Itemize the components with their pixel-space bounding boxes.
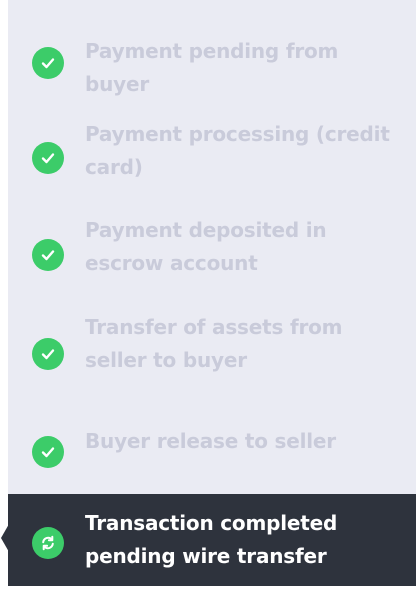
check-icon (32, 338, 64, 370)
step-transfer-assets: Transfer of assets from seller to buyer (8, 311, 416, 381)
check-icon (32, 239, 64, 271)
step-label: Payment pending from buyer (85, 39, 339, 96)
refresh-icon (32, 527, 64, 559)
check-icon (32, 142, 64, 174)
active-step-pointer (1, 524, 9, 552)
step-label: Transfer of assets from seller to buyer (85, 315, 343, 372)
step-payment-pending: Payment pending from buyer (8, 34, 416, 96)
step-label: Payment processing (credit card) (85, 122, 390, 179)
transaction-steps-panel: Payment pending from buyer Payment proce… (1, 0, 416, 586)
step-payment-processing: Payment processing (credit card) (8, 118, 416, 188)
step-label: Buyer release to seller (85, 429, 336, 453)
step-buyer-release: Buyer release to seller (8, 425, 416, 475)
check-icon (32, 436, 64, 468)
step-payment-deposited: Payment deposited in escrow account (8, 214, 416, 284)
step-label: Payment deposited in escrow account (85, 218, 327, 275)
step-transaction-completed: Transaction completed pending wire trans… (1, 494, 416, 586)
check-icon (32, 47, 64, 79)
step-label: Transaction completed pending wire trans… (85, 511, 338, 568)
